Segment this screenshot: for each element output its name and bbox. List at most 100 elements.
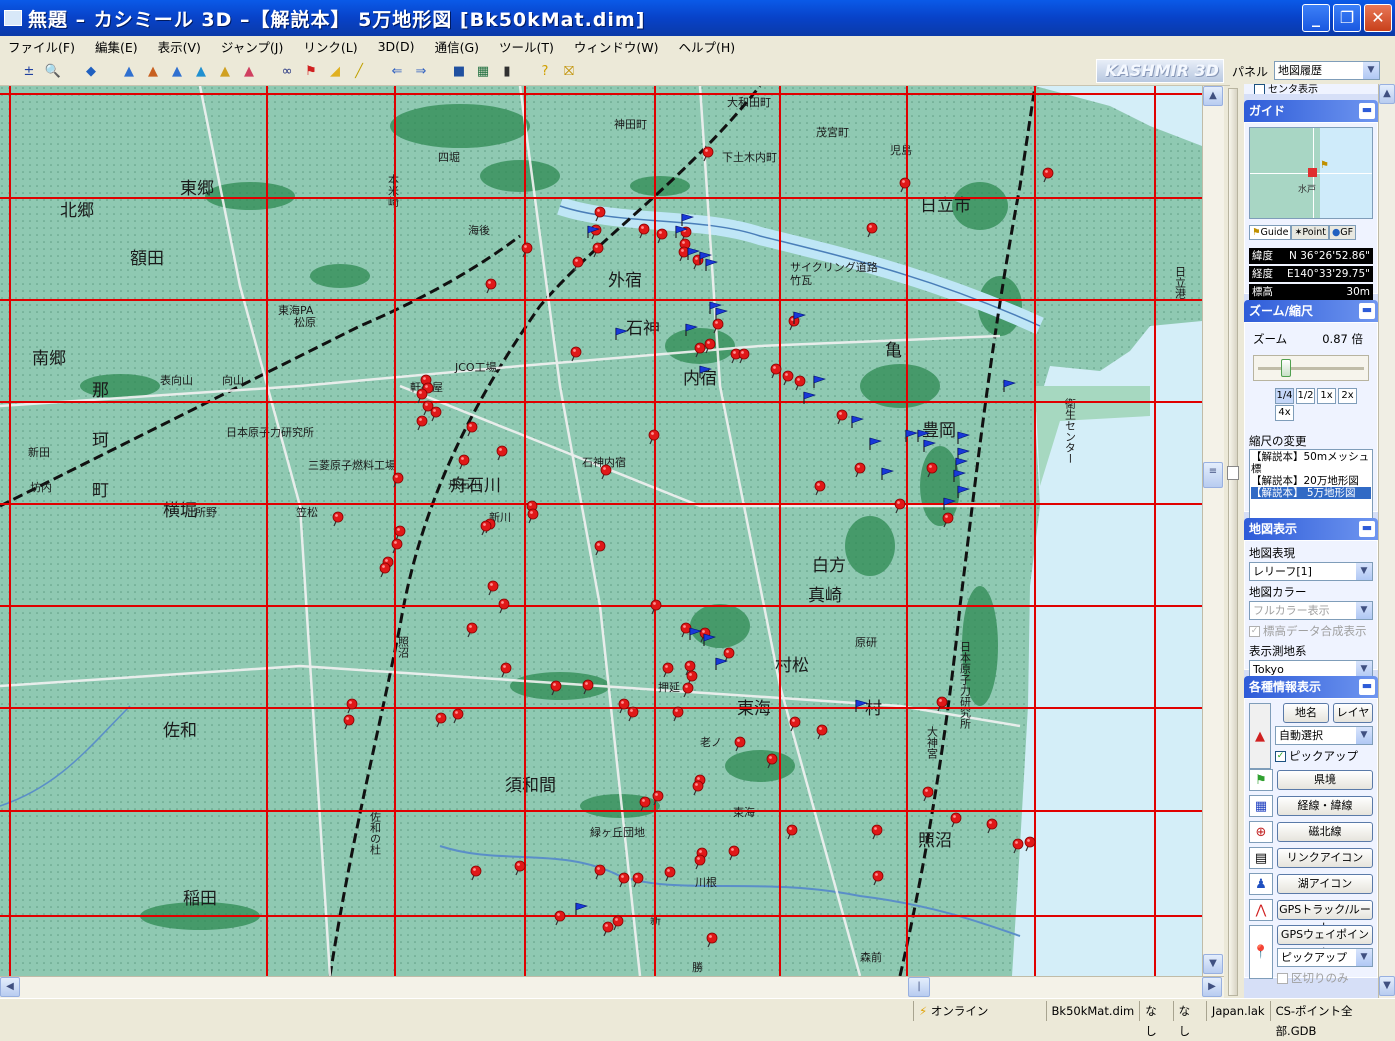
map-vscroll[interactable]: ▲ ≡ ▼ bbox=[1202, 86, 1224, 976]
menu-3d[interactable]: 3D(D) bbox=[378, 39, 415, 54]
zoom-header[interactable]: ズーム/縮尺 ▬ bbox=[1244, 300, 1378, 322]
gps-track-button[interactable]: GPSトラック/ルート bbox=[1277, 900, 1373, 934]
prefecture-icon: ⚑ bbox=[1249, 769, 1273, 791]
chevron-down-icon: ▼ bbox=[1356, 949, 1372, 966]
scroll-up-icon[interactable]: ▲ bbox=[1379, 84, 1395, 104]
menu-comm[interactable]: 通信(G) bbox=[435, 37, 479, 56]
zoom-slider-thumb[interactable] bbox=[1280, 359, 1291, 377]
grid-icon[interactable]: ▦ bbox=[472, 61, 494, 83]
splitter-grip-icon[interactable] bbox=[1227, 466, 1239, 480]
zoom-1x-button[interactable]: 1x bbox=[1317, 388, 1336, 404]
help-icon[interactable]: ? bbox=[534, 61, 556, 83]
map-expression-select[interactable]: レリーフ[1] ▼ bbox=[1249, 562, 1373, 581]
tab-point[interactable]: ✶Point bbox=[1291, 225, 1329, 240]
terrain-6-icon[interactable]: ▲ bbox=[238, 61, 260, 83]
maximize-button[interactable]: ❐ bbox=[1333, 4, 1361, 32]
collapse-icon[interactable]: ▬ bbox=[1359, 679, 1375, 695]
link-icon-button[interactable]: リンクアイコン bbox=[1277, 848, 1373, 868]
placename-button[interactable]: 地名 bbox=[1283, 703, 1329, 723]
terrain-5-icon[interactable]: ▲ bbox=[214, 61, 236, 83]
divider-only-check: 区切りのみ bbox=[1277, 970, 1373, 986]
lat-lon-button[interactable]: 経線・緯線 bbox=[1277, 796, 1373, 816]
panel-select[interactable]: 地図履歴 ▼ bbox=[1274, 60, 1381, 80]
info-header[interactable]: 各種情報表示 ▬ bbox=[1244, 676, 1378, 698]
map-canvas[interactable]: 東郷北郷額田南郷那珂町横堀佐和稲田舟石川須和間外宿石神内宿日立市村松東海 村白方亀… bbox=[0, 86, 1202, 976]
scroll-up-icon[interactable]: ▲ bbox=[1203, 86, 1223, 106]
tab-guide[interactable]: ⚑Guide bbox=[1249, 225, 1292, 240]
menu-jump[interactable]: ジャンプ(J) bbox=[221, 37, 283, 56]
position-marker-icon bbox=[1308, 168, 1317, 177]
zoom-quarter-button[interactable]: 1/4 bbox=[1275, 388, 1294, 404]
side-panel-scrollbar[interactable]: ▲ ▼ bbox=[1378, 84, 1395, 998]
back-icon[interactable]: ⇐ bbox=[386, 61, 408, 83]
scroll-left-icon[interactable]: ◀ bbox=[0, 977, 20, 997]
zoom-4x-button[interactable]: 4x bbox=[1275, 405, 1294, 421]
place-label: 亀 bbox=[885, 341, 902, 361]
binoculars-icon[interactable]: ∞ bbox=[276, 61, 298, 83]
menu-window[interactable]: ウィンドウ(W) bbox=[574, 37, 659, 56]
popup-check[interactable]: ✓ ピックアップ bbox=[1275, 748, 1373, 764]
pickup-select[interactable]: ピックアップ ▼ bbox=[1277, 948, 1373, 967]
collapse-icon[interactable]: ▬ bbox=[1359, 303, 1375, 319]
minimize-button[interactable]: _ bbox=[1302, 4, 1330, 32]
hscroll-thumb[interactable]: | bbox=[908, 977, 930, 997]
gps-icon[interactable]: ▮ bbox=[496, 61, 518, 83]
map-view[interactable]: 東郷 北郷 額田 南郷那珂町横堀 佐和 稲田 舟石川 須和間 外宿 石神 内宿 日立市 村松 東海村白方亀… bbox=[0, 86, 1202, 976]
lake-icon-button[interactable]: 湖アイコン bbox=[1277, 874, 1373, 894]
auto-select[interactable]: 自動選択 ▼ bbox=[1275, 726, 1373, 745]
cheese-icon[interactable]: ◢ bbox=[324, 61, 346, 83]
collapse-icon[interactable]: ▬ bbox=[1359, 521, 1375, 537]
guide-section: ⚑ 水戸 ⚑Guide ✶Point ●GF 緯度 N 36°26'52.86" … bbox=[1244, 122, 1378, 300]
mapdisplay-header[interactable]: 地図表示 ▬ bbox=[1244, 518, 1378, 540]
place-label: 白方 bbox=[812, 556, 846, 576]
map-icon[interactable]: ◆ bbox=[80, 61, 102, 83]
magnetic-north-button[interactable]: 磁北線 bbox=[1277, 822, 1373, 842]
vscroll-thumb[interactable]: ≡ bbox=[1203, 462, 1223, 488]
forward-icon[interactable]: ⇒ bbox=[410, 61, 432, 83]
exit-icon[interactable]: ⛝ bbox=[558, 61, 580, 83]
menu-tools[interactable]: ツール(T) bbox=[499, 37, 554, 56]
terrain-2-icon[interactable]: ▲ bbox=[142, 61, 164, 83]
scroll-down-icon[interactable]: ▼ bbox=[1379, 976, 1395, 996]
mini-map[interactable]: ⚑ 水戸 bbox=[1249, 127, 1373, 219]
status-cell: なし bbox=[1139, 1000, 1172, 1038]
menu-file[interactable]: ファイル(F) bbox=[8, 37, 75, 56]
guide-header[interactable]: ガイド ▬ bbox=[1244, 100, 1378, 122]
zoom-half-button[interactable]: 1/2 bbox=[1296, 388, 1315, 404]
track-icon: ⋀ bbox=[1249, 899, 1273, 921]
zoom-tool-icon[interactable]: ± bbox=[18, 61, 40, 83]
menu-edit[interactable]: 編集(E) bbox=[95, 37, 138, 56]
scale-list[interactable]: 【解説本】50mメッシュ標 【解説本】20万地形図 【解説本】 5万地形図 bbox=[1249, 449, 1373, 519]
scroll-right-icon[interactable]: ▶ bbox=[1202, 977, 1222, 997]
collapse-icon[interactable]: ▬ bbox=[1359, 103, 1375, 119]
flag-icon[interactable]: ⚑ bbox=[300, 61, 322, 83]
close-button[interactable]: ✕ bbox=[1364, 4, 1392, 32]
ruler-icon[interactable]: ╱ bbox=[348, 61, 370, 83]
menu-view[interactable]: 表示(V) bbox=[158, 37, 201, 56]
app-icon[interactable] bbox=[4, 10, 22, 26]
center-display-check[interactable]: センタ表示 bbox=[1244, 84, 1378, 94]
scale-item[interactable]: 【解説本】50mメッシュ標 bbox=[1251, 451, 1371, 475]
panel-splitter[interactable] bbox=[1224, 86, 1244, 998]
place-label: 神田町 bbox=[614, 117, 647, 131]
scale-item[interactable]: 【解説本】20万地形図 bbox=[1251, 475, 1371, 487]
terrain-3-icon[interactable]: ▲ bbox=[166, 61, 188, 83]
chevron-down-icon: ▼ bbox=[1356, 727, 1372, 744]
place-label: 照沼 bbox=[397, 636, 410, 659]
menu-help[interactable]: ヘルプ(H) bbox=[679, 37, 736, 56]
terrain-4-icon[interactable]: ▲ bbox=[190, 61, 212, 83]
place-label: 茂宮町 bbox=[816, 125, 849, 139]
map-hscroll[interactable]: ◀ | ▶ bbox=[0, 976, 1224, 998]
scroll-down-icon[interactable]: ▼ bbox=[1203, 954, 1223, 974]
camera-icon[interactable]: ■ bbox=[448, 61, 470, 83]
scale-item-selected[interactable]: 【解説本】 5万地形図 bbox=[1251, 487, 1371, 499]
zoom-2x-button[interactable]: 2x bbox=[1338, 388, 1357, 404]
layer-button[interactable]: レイヤー bbox=[1333, 703, 1373, 737]
zoom-slider[interactable] bbox=[1253, 355, 1369, 381]
menu-link[interactable]: リンク(L) bbox=[303, 37, 357, 56]
search-icon[interactable]: 🔍 bbox=[42, 61, 64, 83]
terrain-1-icon[interactable]: ▲ bbox=[118, 61, 140, 83]
prefecture-border-button[interactable]: 県境 bbox=[1277, 770, 1373, 790]
tab-gf[interactable]: ●GF bbox=[1329, 225, 1357, 240]
gps-waypoint-button[interactable]: GPSウェイポイント bbox=[1277, 925, 1373, 959]
